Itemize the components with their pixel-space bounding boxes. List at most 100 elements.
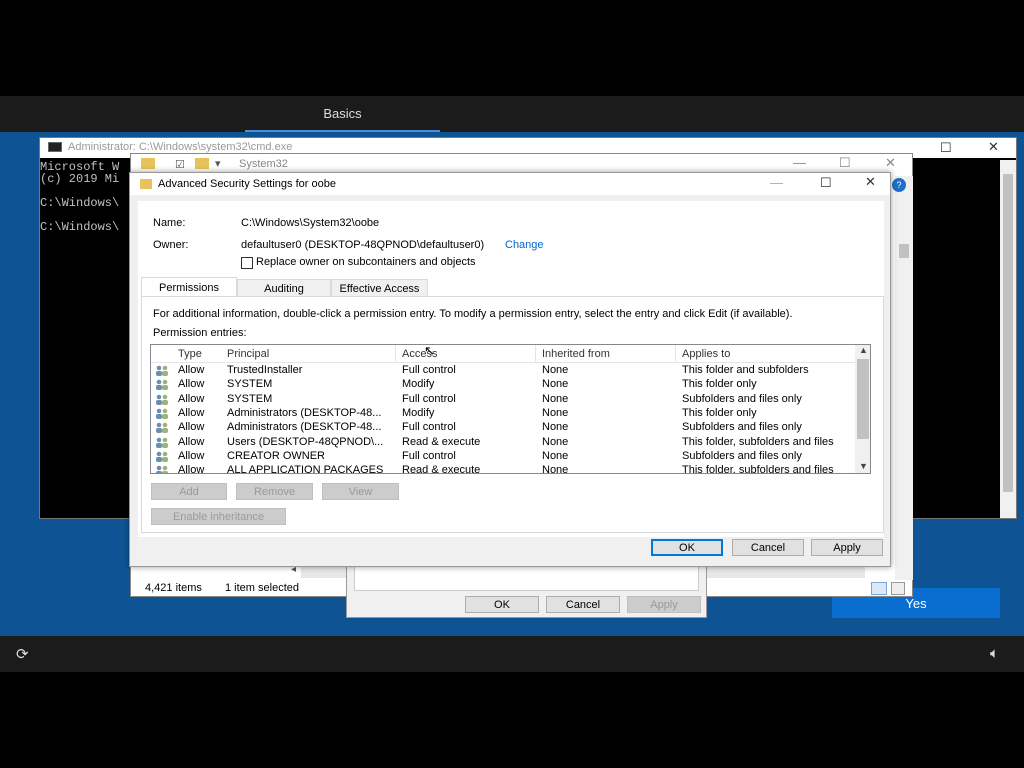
apply-button[interactable]: Apply xyxy=(811,539,883,556)
explorer-maximize-icon[interactable]: ☐ xyxy=(839,155,851,171)
remove-button[interactable]: Remove xyxy=(236,483,313,500)
row-principal: Administrators (DESKTOP-48... xyxy=(227,421,382,434)
replace-owner-checkbox[interactable] xyxy=(241,257,253,269)
cmd-line: C:\Windows\ xyxy=(40,220,120,234)
status-item-count: 4,421 items xyxy=(145,582,202,594)
explorer-minimize-icon[interactable]: — xyxy=(793,155,806,170)
row-access: Read & execute xyxy=(402,435,481,448)
row-type: Allow xyxy=(178,364,205,376)
row-applies-to: This folder, subfolders and files xyxy=(682,464,834,474)
replace-owner-label: Replace owner on subcontainers and objec… xyxy=(256,256,476,268)
oobe-footer: ⟳ 🔈︎ xyxy=(0,636,1024,672)
column-inherited-from[interactable]: Inherited from xyxy=(542,348,610,360)
explorer-close-icon[interactable]: ✕ xyxy=(885,155,896,171)
quick-access-icon[interactable]: ☑ xyxy=(175,158,185,171)
column-divider[interactable] xyxy=(675,345,676,363)
adv-titlebar[interactable]: Advanced Security Settings for oobe — ☐ … xyxy=(130,173,890,195)
view-button[interactable]: View xyxy=(322,483,399,500)
details-view-icon[interactable] xyxy=(871,582,887,595)
tab-basics[interactable]: Basics xyxy=(245,96,440,132)
row-inherited-from: None xyxy=(542,392,569,405)
change-owner-link[interactable]: Change xyxy=(505,239,544,251)
cmd-line: C:\Windows\ xyxy=(40,196,120,210)
row-type: Allow xyxy=(178,421,205,434)
column-applies-to[interactable]: Applies to xyxy=(682,348,730,360)
mouse-cursor: ↖ xyxy=(424,343,435,358)
column-type[interactable]: Type xyxy=(178,348,202,360)
scroll-down-icon[interactable]: ▼ xyxy=(859,461,868,471)
explorer-path: System32 xyxy=(239,158,288,170)
row-type: Allow xyxy=(178,464,205,474)
cmd-scroll-thumb[interactable] xyxy=(1003,174,1013,492)
properties-dialog: OK Cancel Apply xyxy=(346,558,707,618)
cmd-scrollbar[interactable] xyxy=(1000,160,1016,518)
help-icon[interactable]: ? xyxy=(892,178,906,192)
row-type: Allow xyxy=(178,378,205,391)
folder-icon xyxy=(195,158,209,169)
row-applies-to: This folder only xyxy=(682,406,757,419)
row-principal: Administrators (DESKTOP-48... xyxy=(227,406,382,419)
column-divider[interactable] xyxy=(395,345,396,363)
cmd-close-icon[interactable]: ✕ xyxy=(988,139,999,155)
scroll-up-icon[interactable]: ▲ xyxy=(859,345,868,355)
accessibility-icon[interactable]: ⟳ xyxy=(16,645,29,663)
row-inherited-from: None xyxy=(542,435,569,448)
tab-effective-access[interactable]: Effective Access xyxy=(331,279,428,297)
permission-entry-row[interactable]: Allow SYSTEM Modify None This folder only xyxy=(151,378,855,392)
enable-inheritance-button[interactable]: Enable inheritance xyxy=(151,508,286,525)
folder-icon xyxy=(141,158,155,169)
row-principal: ALL APPLICATION PACKAGES xyxy=(227,464,384,474)
info-text: For additional information, double-click… xyxy=(153,308,793,320)
permission-entry-row[interactable]: Allow SYSTEM Full control None Subfolders an… xyxy=(151,393,855,407)
name-label: Name: xyxy=(153,217,186,229)
adv-maximize-icon[interactable]: ☐ xyxy=(820,175,832,191)
add-button[interactable]: Add xyxy=(151,483,227,500)
row-access: Modify xyxy=(402,406,435,419)
row-access: Full control xyxy=(402,392,456,405)
permission-entries-list[interactable]: Type Principal Access Inherited from App… xyxy=(150,344,871,474)
row-type: Allow xyxy=(178,449,205,462)
row-access: Full control xyxy=(402,364,456,376)
props-apply-button[interactable]: Apply xyxy=(627,596,701,613)
row-applies-to: This folder and subfolders xyxy=(682,364,809,376)
row-inherited-from: None xyxy=(542,378,569,391)
column-principal[interactable]: Principal xyxy=(227,348,269,360)
adv-title: Advanced Security Settings for oobe xyxy=(158,178,336,190)
column-divider[interactable] xyxy=(535,345,536,363)
row-principal: SYSTEM xyxy=(227,392,273,405)
tab-permissions[interactable]: Permissions xyxy=(141,277,237,298)
cancel-button[interactable]: Cancel xyxy=(732,539,804,556)
permission-entry-row[interactable]: Allow Administrators (DESKTOP-48... Modify… xyxy=(151,407,855,421)
row-principal: Users (DESKTOP-48QPNOD\... xyxy=(227,435,384,448)
cmd-icon xyxy=(48,142,62,152)
row-principal: SYSTEM xyxy=(227,378,273,391)
advanced-security-dialog: Advanced Security Settings for oobe — ☐ … xyxy=(129,172,891,567)
permission-entry-row[interactable]: Allow CREATOR OWNER Full control None Subfol… xyxy=(151,450,855,464)
explorer-scroll-thumb[interactable] xyxy=(899,244,909,258)
row-inherited-from: None xyxy=(542,449,569,462)
row-principal: CREATOR OWNER xyxy=(227,449,325,462)
row-access: Read & execute xyxy=(402,464,481,474)
tab-auditing[interactable]: Auditing xyxy=(237,279,331,297)
permission-entry-row[interactable]: Allow ALL APPLICATION PACKAGES Read & exec… xyxy=(151,464,855,474)
row-access: Full control xyxy=(402,449,456,462)
status-selected: 1 item selected xyxy=(225,582,299,594)
permission-entry-row[interactable]: Allow Administrators (DESKTOP-48... Full c… xyxy=(151,421,855,435)
adv-close-icon[interactable]: ✕ xyxy=(865,174,876,190)
row-inherited-from: None xyxy=(542,364,569,376)
adv-minimize-icon[interactable]: — xyxy=(770,175,783,190)
permission-entry-row[interactable]: Allow TrustedInstaller Full control None Thi… xyxy=(151,364,855,378)
props-ok-button[interactable]: OK xyxy=(465,596,539,613)
list-scroll-thumb[interactable] xyxy=(857,359,869,439)
folder-icon xyxy=(140,179,152,189)
dropdown-icon[interactable]: ▾ xyxy=(215,157,221,170)
explorer-scrollbar[interactable] xyxy=(895,176,913,580)
cmd-maximize-icon[interactable]: ☐ xyxy=(940,140,952,156)
props-cancel-button[interactable]: Cancel xyxy=(546,596,620,613)
large-icons-view-icon[interactable] xyxy=(891,582,905,595)
users-icon xyxy=(155,365,169,376)
list-scrollbar[interactable]: ▲ ▼ xyxy=(855,345,870,473)
permission-entry-row[interactable]: Allow Users (DESKTOP-48QPNOD\... Read & ex… xyxy=(151,436,855,450)
ok-button[interactable]: OK xyxy=(651,539,723,556)
volume-icon[interactable]: 🔈︎ xyxy=(990,645,999,662)
